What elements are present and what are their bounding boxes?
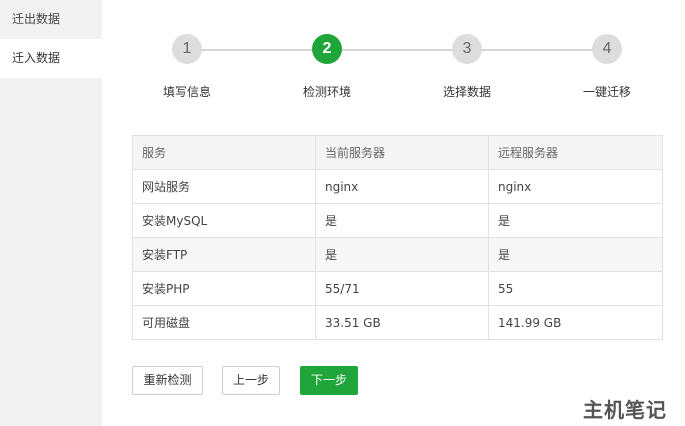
table-cell: 安装MySQL [132, 203, 316, 238]
step-number: 1 [172, 34, 202, 64]
next-step-button[interactable]: 下一步 [300, 366, 358, 395]
step-1: 1 填写信息 [132, 30, 242, 100]
step-label: 一键迁移 [582, 85, 631, 99]
table-cell: 可用磁盘 [132, 305, 316, 340]
table-cell: 是 [488, 203, 663, 238]
table-header-row: 服务 当前服务器 远程服务器 [132, 135, 663, 170]
table-cell: 是 [315, 237, 489, 272]
table-cell: 网站服务 [132, 169, 316, 204]
table-cell: 141.99 GB [488, 305, 663, 340]
step-2: 2 检测环境 [272, 30, 382, 100]
previous-step-button[interactable]: 上一步 [222, 366, 280, 395]
table-cell: 是 [315, 203, 489, 238]
table-row: 可用磁盘 33.51 GB 141.99 GB [132, 305, 663, 340]
step-number: 4 [592, 34, 622, 64]
table-cell: 55 [488, 271, 663, 306]
table-cell: 安装FTP [132, 237, 316, 272]
table-cell: nginx [488, 169, 663, 204]
step-4: 4 一键迁移 [552, 30, 662, 100]
table-row: 网站服务 nginx nginx [132, 169, 663, 204]
column-header-current-server: 当前服务器 [315, 135, 489, 170]
watermark: 主机笔记 [583, 398, 667, 422]
table-cell: nginx [315, 169, 489, 204]
table-row: 安装FTP 是 是 [132, 237, 663, 272]
table-row: 安装PHP 55/71 55 [132, 271, 663, 306]
sidebar-item-import[interactable]: 迁入数据 [0, 39, 102, 78]
column-header-remote-server: 远程服务器 [488, 135, 663, 170]
step-label: 填写信息 [162, 85, 211, 99]
table-cell: 55/71 [315, 271, 489, 306]
stepper: 1 填写信息 2 检测环境 3 选择数据 4 一键迁移 [132, 30, 662, 110]
sidebar: 迁出数据 迁入数据 [0, 0, 102, 426]
step-label: 选择数据 [442, 85, 491, 99]
step-3: 3 选择数据 [412, 30, 522, 100]
step-label: 检测环境 [302, 85, 351, 99]
recheck-button[interactable]: 重新检测 [132, 366, 203, 395]
column-header-service: 服务 [132, 135, 316, 170]
table-cell: 安装PHP [132, 271, 316, 306]
step-number: 2 [312, 34, 342, 64]
sidebar-item-export[interactable]: 迁出数据 [0, 0, 102, 39]
table-row: 安装MySQL 是 是 [132, 203, 663, 238]
table-cell: 33.51 GB [315, 305, 489, 340]
migration-app: 迁出数据 迁入数据 1 填写信息 2 检测环境 3 选择数据 4 一键迁移 服务… [0, 0, 685, 426]
step-number: 3 [452, 34, 482, 64]
table-cell: 是 [488, 237, 663, 272]
comparison-table: 服务 当前服务器 远程服务器 网站服务 nginx nginx 安装MySQL … [132, 135, 663, 340]
environment-check-table: 服务 当前服务器 远程服务器 网站服务 nginx nginx 安装MySQL … [132, 135, 663, 340]
